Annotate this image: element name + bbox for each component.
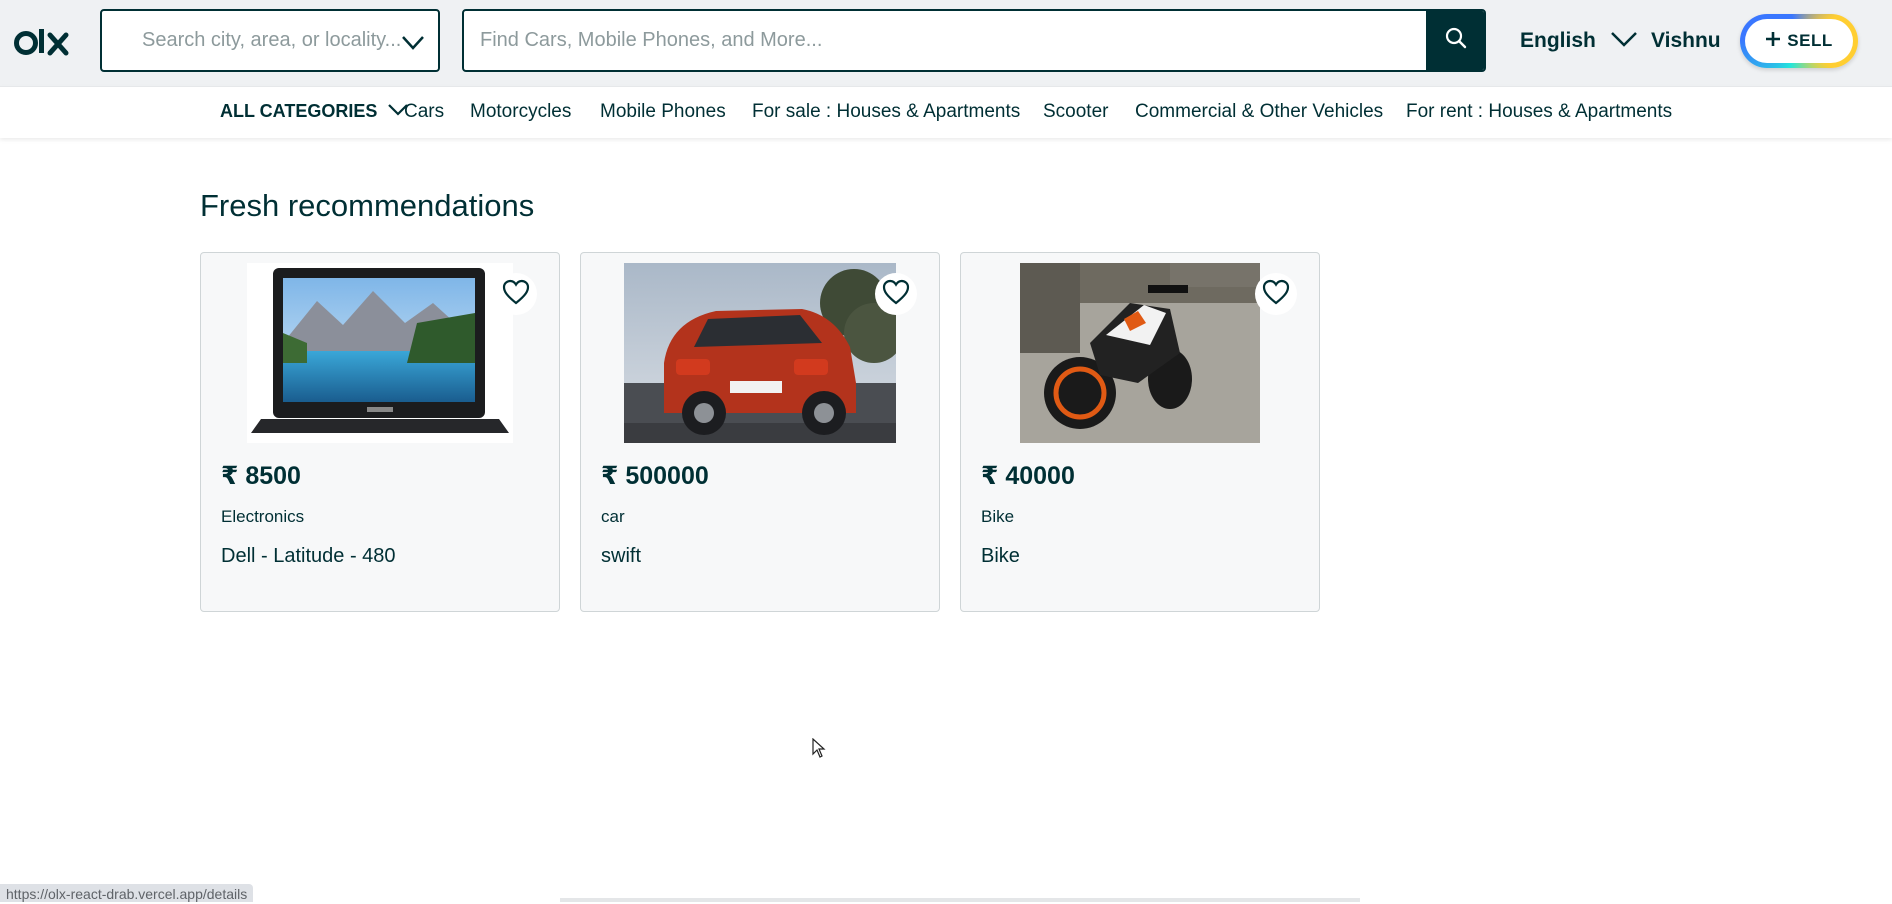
product-title: Bike — [981, 545, 1020, 567]
product-title: swift — [601, 545, 641, 567]
product-image-laptop — [247, 263, 513, 443]
heart-icon — [1262, 279, 1290, 310]
favorite-button[interactable] — [495, 273, 537, 315]
chevron-down-icon[interactable] — [400, 29, 426, 55]
top-header: English Vishnu SELL — [0, 0, 1892, 86]
product-image-motorcycle — [1020, 263, 1260, 443]
mouse-cursor-icon — [812, 737, 826, 763]
language-label: English — [1520, 29, 1596, 52]
search-button[interactable] — [1426, 11, 1484, 70]
heart-icon — [882, 279, 910, 310]
location-input[interactable] — [142, 29, 438, 52]
favorite-button[interactable] — [875, 273, 917, 315]
product-category: car — [601, 507, 625, 526]
location-search[interactable] — [100, 9, 440, 72]
product-price: ₹ 40000 — [981, 462, 1075, 490]
product-title: Dell - Latitude - 480 — [221, 545, 396, 567]
product-card[interactable]: ₹ 40000 Bike Bike — [960, 252, 1320, 612]
category-link-motorcycles[interactable]: Motorcycles — [470, 101, 571, 123]
chevron-down-icon — [1610, 28, 1638, 54]
olx-logo[interactable] — [14, 22, 76, 62]
category-link-houses-sale[interactable]: For sale : Houses & Apartments — [752, 101, 1020, 123]
category-link-commercial-vehicles[interactable]: Commercial & Other Vehicles — [1135, 101, 1383, 123]
plus-icon — [1765, 31, 1781, 52]
product-price: ₹ 500000 — [601, 462, 709, 490]
link-preview-status: https://olx-react-drab.vercel.app/detail… — [0, 884, 254, 902]
category-link-mobile-phones[interactable]: Mobile Phones — [600, 101, 726, 123]
category-link-houses-rent[interactable]: For rent : Houses & Apartments — [1406, 101, 1672, 123]
category-link-cars[interactable]: Cars — [404, 101, 444, 123]
user-name[interactable]: Vishnu — [1651, 26, 1721, 56]
product-price: ₹ 8500 — [221, 462, 301, 490]
product-category: Electronics — [221, 507, 305, 526]
all-categories-dropdown[interactable]: ALL CATEGORIES — [220, 101, 409, 122]
product-image-car — [624, 263, 896, 443]
search-input[interactable] — [480, 29, 1420, 52]
category-bar: ALL CATEGORIES Cars Motorcycles Mobile P… — [0, 86, 1892, 138]
main-search[interactable] — [462, 9, 1486, 72]
favorite-button[interactable] — [1255, 273, 1297, 315]
product-card[interactable]: ₹ 8500 Electronics Dell - Latitude - 480 — [200, 252, 560, 612]
product-category: Bike — [981, 507, 1015, 526]
category-link-scooter[interactable]: Scooter — [1043, 101, 1108, 123]
product-card[interactable]: ₹ 500000 car swift — [580, 252, 940, 612]
all-categories-label: ALL CATEGORIES — [220, 101, 378, 121]
scroll-indicator — [560, 898, 1360, 902]
heart-icon — [502, 279, 530, 310]
section-title: Fresh recommendations — [200, 188, 535, 223]
search-icon — [1444, 26, 1468, 55]
sell-label: SELL — [1787, 31, 1833, 50]
language-selector[interactable]: English — [1520, 26, 1638, 56]
sell-button[interactable]: SELL — [1740, 14, 1858, 68]
